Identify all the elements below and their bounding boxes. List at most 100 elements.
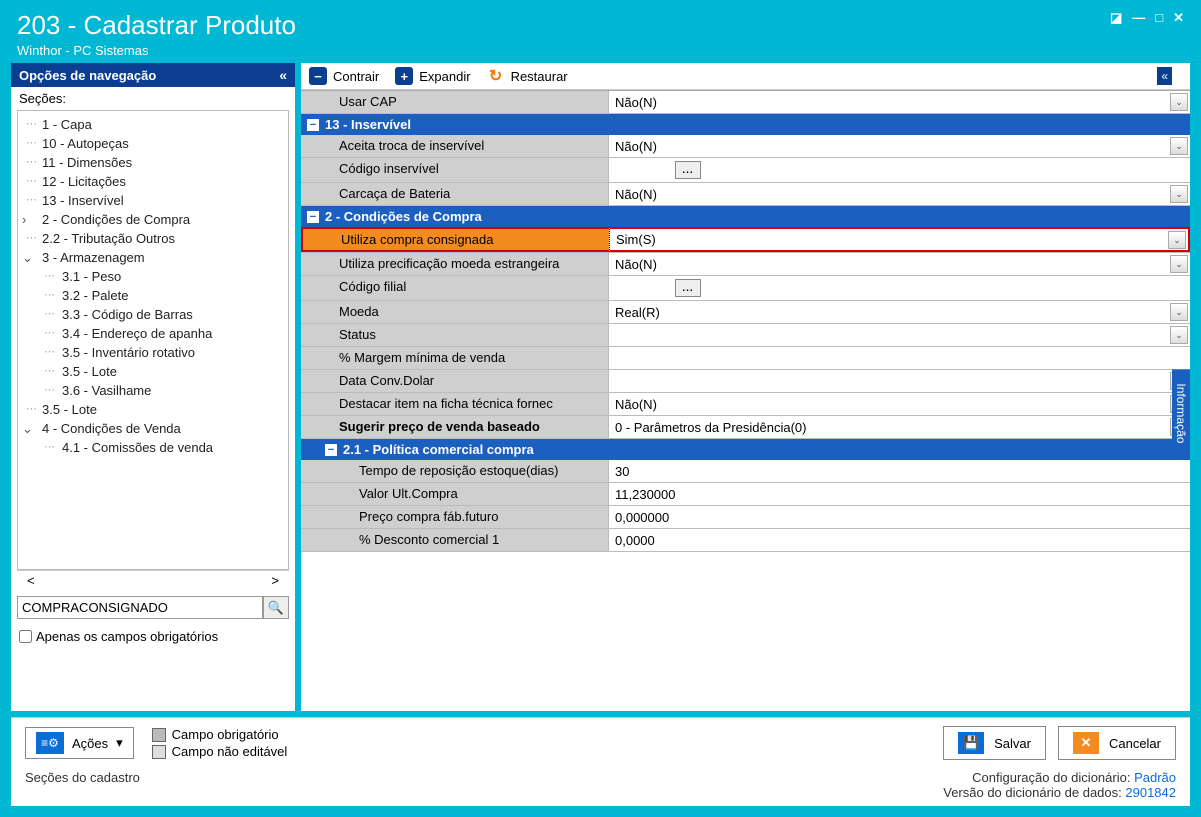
tree-item[interactable]: 3.4 - Endereço de apanha <box>18 324 288 343</box>
row-value[interactable]: Não(N)⌄ <box>609 135 1190 157</box>
row-label: Destacar item na ficha técnica fornec <box>301 393 609 415</box>
tree-scroll-right[interactable]: > <box>271 573 279 588</box>
dropdown-icon[interactable]: ⌄ <box>1170 137 1188 155</box>
row-label: Código inservível <box>301 158 609 182</box>
tree-item[interactable]: ›2 - Condições de Compra <box>18 210 288 229</box>
maximize-icon[interactable]: □ <box>1155 10 1163 26</box>
section-21-header[interactable]: −2.1 - Política comercial compra <box>301 439 1190 460</box>
row-label: Aceita troca de inservível <box>301 135 609 157</box>
lookup-button[interactable]: ... <box>675 279 701 297</box>
search-input[interactable] <box>17 596 263 619</box>
window-title: 203 - Cadastrar Produto <box>17 10 296 41</box>
lookup-button[interactable]: ... <box>675 161 701 179</box>
row-label: Usar CAP <box>301 91 609 113</box>
dropdown-icon[interactable]: ⌄ <box>1170 255 1188 273</box>
actions-button[interactable]: ≡⚙ Ações ▾ <box>25 727 134 759</box>
sections-tree[interactable]: 1 - Capa10 - Autopeças11 - Dimensões12 -… <box>17 110 289 570</box>
tree-item[interactable]: 2.2 - Tributação Outros <box>18 229 288 248</box>
row-value[interactable] <box>609 347 1190 369</box>
tree-item[interactable]: 3.2 - Palete <box>18 286 288 305</box>
row-value[interactable]: 0,000000 <box>609 506 1190 528</box>
tree-item[interactable]: 3.5 - Lote <box>18 400 288 419</box>
row-value[interactable]: 0,0000 <box>609 529 1190 551</box>
chevron-down-icon: ▾ <box>116 735 123 751</box>
section-13-header[interactable]: −13 - Inservível <box>301 114 1190 135</box>
sidebar-title: Opções de navegação <box>19 68 156 83</box>
row-value[interactable]: ... <box>609 158 1190 182</box>
status-left: Seções do cadastro <box>25 770 140 800</box>
contract-button[interactable]: − Contrair <box>309 67 379 85</box>
tree-item[interactable]: ⌄4 - Condições de Venda <box>18 419 288 438</box>
search-button[interactable]: 🔍 <box>263 596 289 619</box>
close-icon[interactable]: ✕ <box>1173 10 1184 26</box>
minus-icon: − <box>309 67 327 85</box>
toolbar: − Contrair + Expandir ↻ Restaurar <box>301 63 1190 90</box>
cancel-button[interactable]: ✕ Cancelar <box>1058 726 1176 760</box>
row-value[interactable]: ⌄ <box>609 324 1190 346</box>
dropdown-icon[interactable]: ⌄ <box>1170 303 1188 321</box>
info-tab[interactable]: Informação <box>1172 369 1190 457</box>
tree-item[interactable]: 1 - Capa <box>18 115 288 134</box>
restore-icon: ↻ <box>487 67 505 85</box>
dropdown-icon[interactable]: ⌄ <box>1170 93 1188 111</box>
row-label: Sugerir preço de venda baseado <box>301 416 609 438</box>
section-2-header[interactable]: −2 - Condições de Compra <box>301 206 1190 227</box>
row-value[interactable]: Não(N)⌄ <box>609 91 1190 113</box>
row-value[interactable]: ... <box>609 276 1190 300</box>
dict-version-link[interactable]: 2901842 <box>1125 785 1176 800</box>
dict-config-link[interactable]: Padrão <box>1134 770 1176 785</box>
row-label: Valor Ult.Compra <box>301 483 609 505</box>
row-value[interactable]: Real(R)⌄ <box>609 301 1190 323</box>
tree-item[interactable]: 3.6 - Vasilhame <box>18 381 288 400</box>
tree-item[interactable]: 3.1 - Peso <box>18 267 288 286</box>
row-label: Carcaça de Bateria <box>301 183 609 205</box>
main-panel: − Contrair + Expandir ↻ Restaurar « Usar… <box>301 63 1190 711</box>
row-value[interactable]: Não(N)⌄ <box>609 183 1190 205</box>
expand-button[interactable]: + Expandir <box>395 67 470 85</box>
row-label: Tempo de reposição estoque(dias) <box>301 460 609 482</box>
minimize-icon[interactable]: — <box>1132 10 1145 26</box>
row-label: % Margem mínima de venda <box>301 347 609 369</box>
row-label: Data Conv.Dolar <box>301 370 609 392</box>
row-value[interactable]: ⌄ <box>609 370 1190 392</box>
dropdown-icon[interactable]: ⌄ <box>1170 185 1188 203</box>
row-value[interactable]: 11,230000 <box>609 483 1190 505</box>
tree-scroll-left[interactable]: < <box>27 573 35 588</box>
collapse-info-icon[interactable]: « <box>1157 67 1172 85</box>
row-label: % Desconto comercial 1 <box>301 529 609 551</box>
tree-item[interactable]: 13 - Inservível <box>18 191 288 210</box>
cancel-icon: ✕ <box>1073 732 1099 754</box>
tree-item[interactable]: 3.5 - Lote <box>18 362 288 381</box>
tree-item[interactable]: ⌄3 - Armazenagem <box>18 248 288 267</box>
dropdown-icon[interactable]: ⌄ <box>1170 326 1188 344</box>
actions-icon: ≡⚙ <box>36 732 64 754</box>
row-label: Código filial <box>301 276 609 300</box>
dropdown-icon[interactable]: ⌄ <box>1168 231 1186 249</box>
tree-item[interactable]: 10 - Autopeças <box>18 134 288 153</box>
tree-item[interactable]: 3.3 - Código de Barras <box>18 305 288 324</box>
row-label: Status <box>301 324 609 346</box>
property-grid[interactable]: Usar CAPNão(N)⌄ −13 - Inservível Aceita … <box>301 90 1190 711</box>
sidebar-header: Opções de navegação « <box>11 63 295 87</box>
nav-sidebar: Opções de navegação « Seções: 1 - Capa10… <box>11 63 295 711</box>
footer: ≡⚙ Ações ▾ Campo obrigatório Campo não e… <box>11 717 1190 764</box>
row-label: Utiliza precificação moeda estrangeira <box>301 253 609 275</box>
only-required-checkbox[interactable] <box>19 630 32 643</box>
tree-item[interactable]: 3.5 - Inventário rotativo <box>18 343 288 362</box>
restore-button[interactable]: ↻ Restaurar <box>487 67 568 85</box>
sections-label: Seções: <box>11 87 295 110</box>
row-value[interactable]: Não(N)⌄ <box>609 393 1190 415</box>
edit-icon[interactable]: ◪ <box>1110 10 1122 26</box>
row-utiliza-compra-consignada[interactable]: Utiliza compra consignadaSim(S)⌄ <box>301 227 1190 253</box>
row-value[interactable]: 0 - Parâmetros da Presidência(0)⌄ <box>609 416 1190 438</box>
row-value[interactable]: Não(N)⌄ <box>609 253 1190 275</box>
save-icon: 💾 <box>958 732 984 754</box>
tree-item[interactable]: 12 - Licitações <box>18 172 288 191</box>
row-label: Preço compra fáb.futuro <box>301 506 609 528</box>
save-button[interactable]: 💾 Salvar <box>943 726 1046 760</box>
row-value[interactable]: 30 <box>609 460 1190 482</box>
tree-item[interactable]: 4.1 - Comissões de venda <box>18 438 288 457</box>
row-label: Moeda <box>301 301 609 323</box>
tree-item[interactable]: 11 - Dimensões <box>18 153 288 172</box>
collapse-sidebar-icon[interactable]: « <box>279 67 287 83</box>
